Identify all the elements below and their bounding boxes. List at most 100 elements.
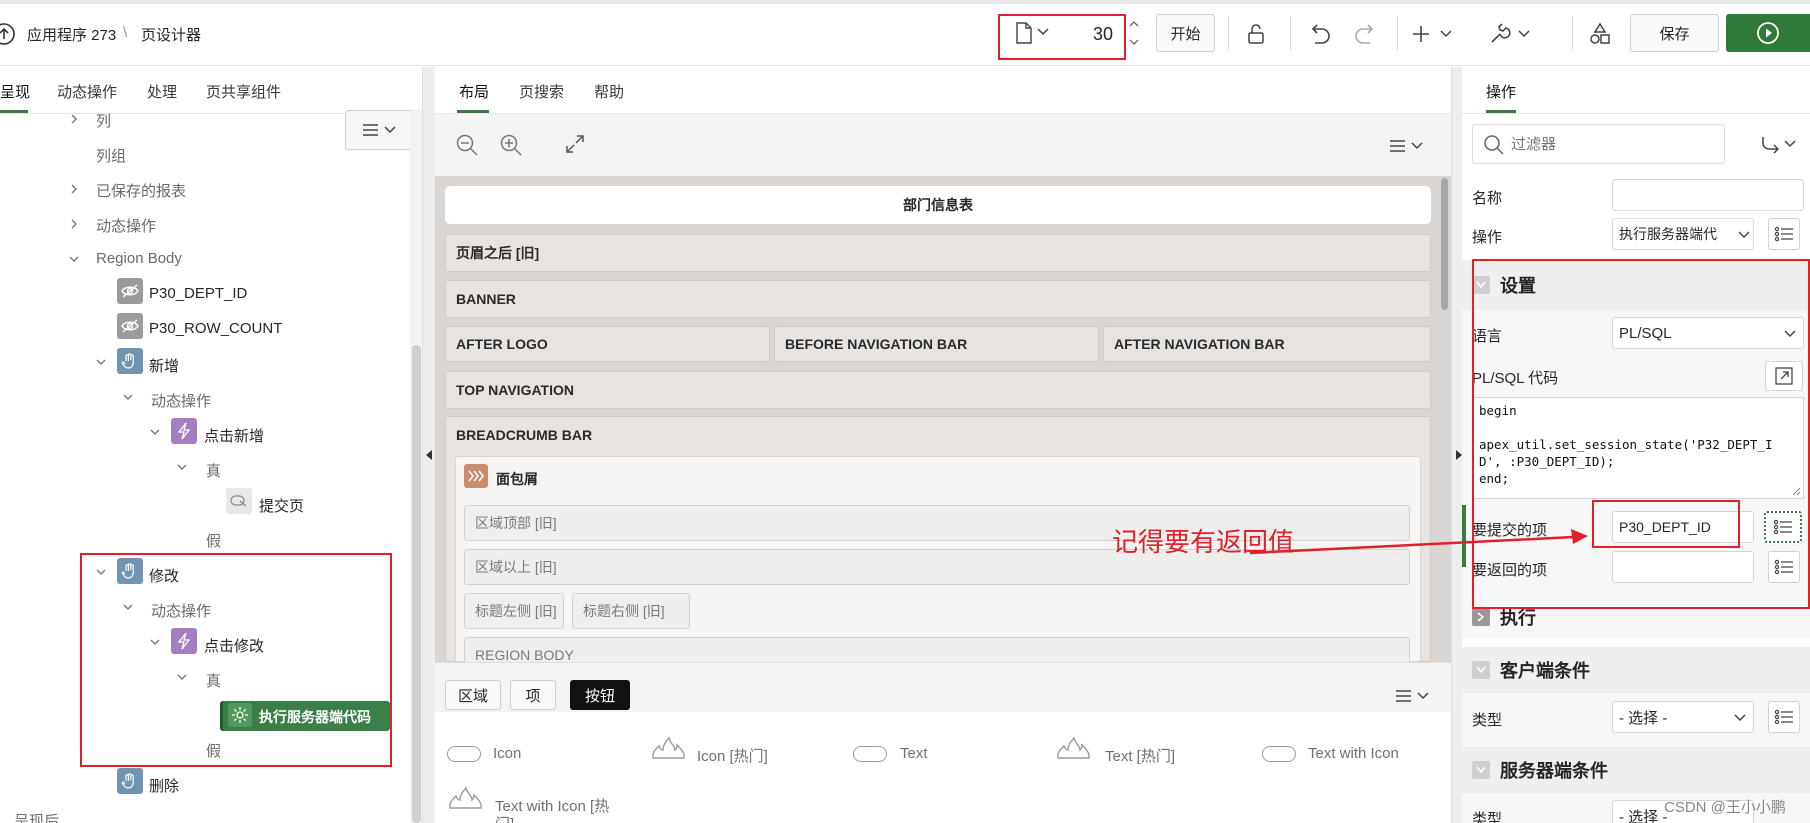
- toolbar-divider: [1397, 16, 1398, 50]
- collapse-left-icon[interactable]: [426, 450, 432, 460]
- page-title-bar[interactable]: 部门信息表: [445, 186, 1431, 224]
- tab-action[interactable]: 操作: [1486, 81, 1516, 102]
- button-icon[interactable]: [447, 746, 481, 762]
- tree-node-button-delete[interactable]: 删除: [149, 775, 179, 796]
- gallery-item-text-with-icon[interactable]: Text with Icon: [1308, 745, 1399, 762]
- button-text-with-icon[interactable]: [1262, 746, 1296, 762]
- hot-button-icon[interactable]: [650, 736, 688, 760]
- chevron-right-icon[interactable]: [68, 183, 80, 195]
- app-breadcrumb[interactable]: 应用程序 273: [27, 24, 116, 45]
- position-after-nav[interactable]: AFTER NAVIGATION BAR: [1103, 326, 1431, 362]
- zoom-in-icon[interactable]: [499, 133, 523, 157]
- chevron-down-icon[interactable]: [176, 461, 188, 473]
- filter-input[interactable]: [1511, 131, 1711, 157]
- add-menu-icon[interactable]: [1410, 20, 1456, 48]
- position-before-nav[interactable]: BEFORE NAVIGATION BAR: [774, 326, 1099, 362]
- up-arrow-icon[interactable]: [0, 22, 16, 46]
- list-view-icon[interactable]: [1768, 218, 1800, 250]
- canvas-scrollbar[interactable]: [1441, 178, 1448, 310]
- tree-node-after-render[interactable]: 呈现后: [14, 810, 59, 823]
- gallery-item-icon-hot[interactable]: Icon [热门]: [697, 745, 768, 766]
- gallery-item-text-hot[interactable]: Text [热门]: [1105, 745, 1175, 766]
- tree-node-add-click[interactable]: 点击新增: [204, 425, 264, 446]
- gallery-item-text[interactable]: Text: [900, 745, 928, 762]
- position-top-navigation[interactable]: TOP NAVIGATION: [445, 371, 1431, 409]
- hot-button-icon[interactable]: [447, 786, 485, 810]
- button-hand-icon: [117, 348, 143, 374]
- filter-box[interactable]: [1472, 124, 1725, 164]
- position-after-header[interactable]: 页眉之后 [旧]: [445, 234, 1431, 272]
- tree-node-button-add[interactable]: 新增: [149, 355, 179, 376]
- toolbar-divider: [1572, 16, 1573, 50]
- button-text-icon[interactable]: [853, 746, 887, 762]
- tab-page-search[interactable]: 页搜索: [519, 81, 564, 102]
- layout-canvas: 部门信息表 页眉之后 [旧] BANNER AFTER LOGO BEFORE …: [435, 176, 1451, 673]
- client-type-select[interactable]: - 选择 -: [1612, 701, 1754, 733]
- utilities-wrench-icon[interactable]: [1488, 20, 1534, 48]
- page-stepper[interactable]: [1128, 17, 1140, 49]
- gallery-menu-icon[interactable]: [1393, 688, 1433, 704]
- save-button[interactable]: 保存: [1630, 14, 1719, 52]
- tree-node-add-dynamic-actions[interactable]: 动态操作: [151, 390, 211, 411]
- page-designer-title: 页设计器: [141, 27, 202, 44]
- server-type-label: 类型: [1472, 811, 1503, 823]
- section-server-condition-title: 服务器端条件: [1500, 761, 1608, 781]
- action-select[interactable]: 执行服务器端代: [1612, 218, 1754, 250]
- section-server-condition[interactable]: 服务器端条件: [1462, 747, 1810, 793]
- list-view-icon[interactable]: [1768, 701, 1800, 733]
- action-label: 操作: [1472, 229, 1503, 246]
- tab-shared-components[interactable]: 页共享组件: [206, 81, 281, 102]
- client-type-value: - 选择 -: [1619, 709, 1668, 727]
- tree-node-item-row-count[interactable]: P30_ROW_COUNT: [149, 320, 282, 337]
- tree-node-item-dept-id[interactable]: P30_DEPT_ID: [149, 285, 247, 302]
- tab-dynamic-actions[interactable]: 动态操作: [57, 81, 117, 102]
- redo-icon[interactable]: [1350, 20, 1380, 48]
- lock-icon[interactable]: [1241, 20, 1271, 48]
- layout-menu-icon[interactable]: [1387, 138, 1427, 154]
- tab-help[interactable]: 帮助: [594, 81, 624, 102]
- run-page-button[interactable]: [1726, 14, 1810, 52]
- tab-layout[interactable]: 布局: [459, 81, 489, 102]
- chevron-down-icon: [1734, 714, 1746, 722]
- gallery-tab-regions[interactable]: 区域: [445, 680, 501, 710]
- chevron-down-icon[interactable]: [68, 253, 80, 265]
- tree-node-saved-reports[interactable]: 已保存的报表: [96, 180, 186, 201]
- chevron-right-icon[interactable]: [68, 218, 80, 230]
- shared-components-icon[interactable]: [1585, 20, 1615, 48]
- position-title-left[interactable]: 标题左侧 [旧]: [464, 593, 564, 629]
- section-client-condition[interactable]: 客户端条件: [1462, 647, 1810, 693]
- position-after-logo[interactable]: AFTER LOGO: [445, 326, 770, 362]
- hidden-item-icon: [117, 313, 143, 339]
- position-banner[interactable]: BANNER: [445, 280, 1431, 318]
- breadcrumb-region[interactable]: 面包屑 区域顶部 [旧] 区域以上 [旧] 标题左侧 [旧] 标题右侧 [旧] …: [455, 456, 1421, 673]
- tree-node-region-body[interactable]: Region Body: [96, 250, 182, 267]
- button-hand-icon: [117, 768, 143, 794]
- name-field[interactable]: [1612, 179, 1804, 211]
- chevron-right-icon[interactable]: [68, 113, 80, 125]
- undo-icon[interactable]: [1305, 20, 1335, 48]
- tab-processing[interactable]: 处理: [147, 81, 177, 102]
- expand-icon[interactable]: [565, 134, 585, 154]
- tree-node-column-groups[interactable]: 列组: [96, 145, 126, 166]
- go-button[interactable]: 开始: [1156, 14, 1215, 52]
- hot-button-icon[interactable]: [1055, 736, 1093, 760]
- gallery-item-icon[interactable]: Icon: [493, 745, 521, 762]
- tree-scrollbar[interactable]: [412, 345, 421, 823]
- tree-node-add-true[interactable]: 真: [206, 460, 221, 481]
- chevron-down-icon[interactable]: [122, 391, 134, 403]
- chevron-down-icon[interactable]: [95, 356, 107, 368]
- zoom-out-icon[interactable]: [455, 133, 479, 157]
- position-title-right[interactable]: 标题右侧 [旧]: [572, 593, 690, 629]
- go-to-group-icon[interactable]: [1760, 135, 1800, 155]
- gallery-tab-items[interactable]: 项: [510, 680, 556, 710]
- search-icon: [1483, 134, 1505, 156]
- tree-node-columns[interactable]: 列: [96, 110, 111, 131]
- gallery-tab-buttons[interactable]: 按钮: [570, 680, 630, 710]
- tab-rendering[interactable]: 呈现: [0, 81, 30, 102]
- tree-node-add-submit[interactable]: 提交页: [259, 495, 304, 516]
- tree-node-add-false[interactable]: 假: [206, 530, 221, 551]
- component-gallery: 区域 项 按钮 Icon Icon [热门] Text Text [热门] Te…: [435, 662, 1451, 823]
- left-splitter[interactable]: [422, 67, 436, 823]
- tree-node-dynamic-actions[interactable]: 动态操作: [96, 215, 156, 236]
- chevron-down-icon[interactable]: [149, 426, 161, 438]
